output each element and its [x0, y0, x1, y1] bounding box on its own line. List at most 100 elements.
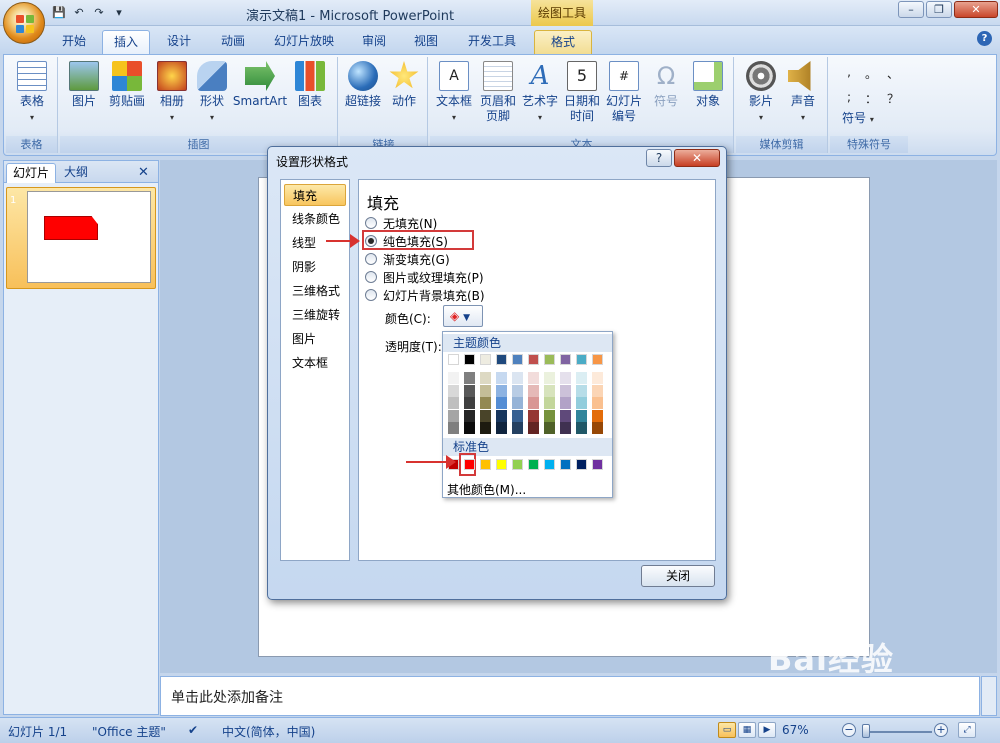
theme-shade-swatch[interactable] — [496, 422, 507, 434]
radio-solid-fill[interactable]: 纯色填充(S) — [362, 230, 474, 250]
close-button[interactable]: 关闭 — [641, 565, 715, 587]
symbol-button[interactable]: Ω 符号 — [646, 59, 686, 109]
theme-shade-swatch[interactable] — [480, 409, 491, 422]
theme-shade-swatch[interactable] — [512, 409, 523, 422]
theme-shade-swatch[interactable] — [464, 384, 475, 397]
tab-home[interactable]: 开始 — [52, 30, 96, 54]
tab-insert[interactable]: 插入 — [102, 30, 150, 54]
standard-color-swatch[interactable] — [528, 459, 539, 470]
theme-shade-swatch[interactable] — [528, 409, 539, 422]
standard-color-swatch[interactable] — [560, 459, 571, 470]
theme-shade-swatch[interactable] — [544, 422, 555, 434]
standard-color-swatch[interactable] — [592, 459, 603, 470]
dialog-help-button[interactable]: ? — [646, 149, 672, 167]
theme-shade-swatch[interactable] — [576, 409, 587, 422]
radio-gradient-fill[interactable]: 渐变填充(G) — [365, 250, 450, 268]
zoom-slider-thumb[interactable] — [862, 724, 870, 738]
theme-shade-swatch[interactable] — [464, 422, 475, 434]
tab-review[interactable]: 审阅 — [352, 30, 396, 54]
fill-color-picker-button[interactable]: ◈ ▼ — [443, 305, 483, 327]
symbol-comma[interactable]: , — [838, 65, 860, 82]
nav-textbox[interactable]: 文本框 — [284, 352, 346, 374]
theme-shade-swatch[interactable] — [448, 397, 459, 409]
theme-color-swatch[interactable] — [592, 354, 603, 365]
theme-shade-swatch[interactable] — [512, 422, 523, 434]
theme-shade-swatch[interactable] — [560, 409, 571, 422]
movie-button[interactable]: 影片 ▾ — [740, 59, 782, 125]
theme-color-swatch[interactable] — [544, 354, 555, 365]
theme-shade-swatch[interactable] — [448, 422, 459, 434]
theme-shade-swatch[interactable] — [448, 384, 459, 397]
header-footer-button[interactable]: 页眉和 页脚 — [476, 59, 520, 124]
zoom-slider-track[interactable] — [862, 731, 932, 733]
theme-shade-swatch[interactable] — [544, 384, 555, 397]
theme-shade-swatch[interactable] — [528, 384, 539, 397]
tab-view[interactable]: 视图 — [404, 30, 448, 54]
theme-shade-swatch[interactable] — [592, 422, 603, 434]
theme-shade-swatch[interactable] — [480, 397, 491, 409]
save-icon[interactable]: 💾 — [52, 6, 66, 20]
standard-color-swatch[interactable] — [512, 459, 523, 470]
symbol-enum-comma[interactable]: 、 — [882, 65, 904, 82]
theme-shade-swatch[interactable] — [592, 397, 603, 409]
nav-picture[interactable]: 图片 — [284, 328, 346, 350]
minimize-button[interactable]: – — [898, 1, 924, 18]
theme-shade-swatch[interactable] — [560, 372, 571, 384]
tab-slideshow[interactable]: 幻灯片放映 — [264, 30, 344, 54]
nav-fill[interactable]: 填充 — [284, 184, 346, 206]
redo-icon[interactable]: ↷ — [92, 6, 106, 20]
language-status[interactable]: 中文(简体，中国) — [222, 723, 315, 740]
tab-slides[interactable]: 幻灯片 — [6, 163, 57, 183]
fit-to-window-button[interactable]: ⤢ — [958, 722, 976, 738]
nav-3d-rotation[interactable]: 三维旋转 — [284, 304, 346, 326]
slide-thumbnail-item[interactable]: 1 — [6, 187, 156, 289]
theme-shade-swatch[interactable] — [592, 372, 603, 384]
theme-shade-swatch[interactable] — [528, 422, 539, 434]
theme-color-swatch[interactable] — [496, 354, 507, 365]
zoom-level[interactable]: 67% — [782, 723, 809, 737]
close-panel-icon[interactable]: ✕ — [132, 163, 155, 183]
theme-shade-swatch[interactable] — [480, 372, 491, 384]
theme-shade-swatch[interactable] — [544, 409, 555, 422]
theme-shade-swatch[interactable] — [576, 422, 587, 434]
theme-shade-swatch[interactable] — [528, 397, 539, 409]
theme-color-swatch[interactable] — [464, 354, 475, 365]
theme-shade-swatch[interactable] — [448, 372, 459, 384]
spellcheck-icon[interactable]: ✔ — [188, 723, 198, 737]
symbol-colon[interactable]: ： — [860, 90, 882, 107]
dialog-close-button[interactable]: ✕ — [674, 149, 720, 167]
theme-shade-swatch[interactable] — [592, 409, 603, 422]
slide-number-button[interactable]: # 幻灯片 编号 — [602, 59, 646, 124]
theme-shade-swatch[interactable] — [560, 397, 571, 409]
theme-shade-swatch[interactable] — [480, 422, 491, 434]
nav-3d-format[interactable]: 三维格式 — [284, 280, 346, 302]
customize-qat-icon[interactable]: ▾ — [112, 6, 126, 20]
action-button[interactable]: 动作 — [384, 59, 424, 109]
theme-color-swatch[interactable] — [560, 354, 571, 365]
table-button[interactable]: 表格 ▾ — [12, 59, 52, 125]
undo-icon[interactable]: ↶ — [72, 6, 86, 20]
theme-shade-swatch[interactable] — [464, 397, 475, 409]
standard-color-swatch[interactable] — [480, 459, 491, 470]
clipart-button[interactable]: 剪贴画 — [104, 59, 150, 109]
nav-shadow[interactable]: 阴影 — [284, 256, 346, 278]
office-button[interactable] — [3, 2, 45, 44]
theme-shade-swatch[interactable] — [512, 397, 523, 409]
theme-color-swatch[interactable] — [448, 354, 459, 365]
standard-color-swatch[interactable] — [496, 459, 507, 470]
sound-button[interactable]: 声音 ▾ — [782, 59, 824, 125]
chart-button[interactable]: 图表 — [288, 59, 332, 109]
theme-shade-swatch[interactable] — [576, 397, 587, 409]
theme-shade-swatch[interactable] — [560, 422, 571, 434]
theme-color-swatch[interactable] — [512, 354, 523, 365]
picture-button[interactable]: 图片 — [64, 59, 104, 109]
zoom-out-button[interactable]: − — [842, 723, 856, 737]
tab-design[interactable]: 设计 — [156, 30, 202, 54]
special-symbol-dropdown[interactable]: 符号 ▾ — [842, 109, 874, 126]
theme-shade-swatch[interactable] — [496, 409, 507, 422]
more-colors-link[interactable]: 其他颜色(M)... — [447, 481, 526, 498]
theme-shade-swatch[interactable] — [544, 372, 555, 384]
theme-color-swatch[interactable] — [576, 354, 587, 365]
theme-shade-swatch[interactable] — [496, 372, 507, 384]
tab-animation[interactable]: 动画 — [210, 30, 256, 54]
